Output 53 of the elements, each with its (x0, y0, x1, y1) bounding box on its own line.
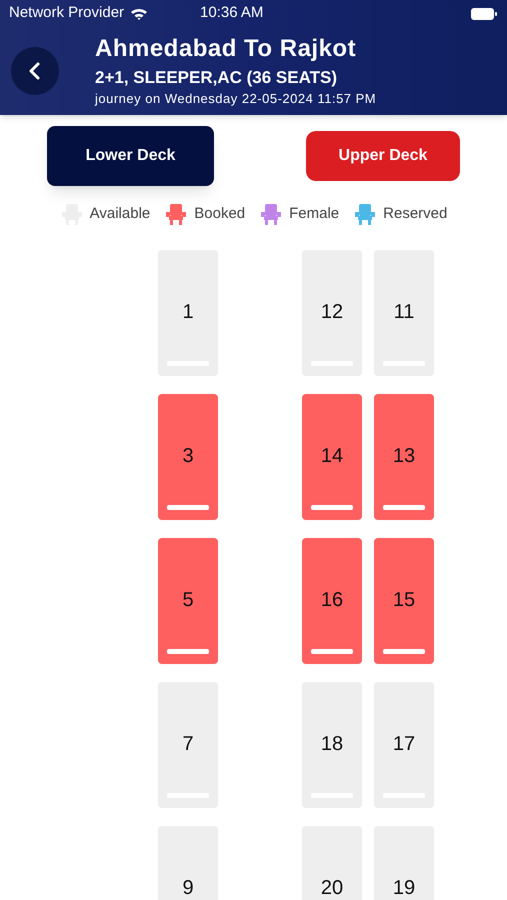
sleeper-seat[interactable]: 11 (374, 250, 434, 376)
seat-icon (259, 202, 284, 226)
route-title: Ahmedabad To Rajkot (95, 34, 358, 64)
seat-number: 1 (182, 300, 194, 324)
legend-label: Female (289, 204, 340, 224)
seat-number: 5 (182, 588, 194, 612)
sleeper-seat[interactable]: 14 (302, 394, 362, 520)
journey-date: journey on Wednesday 22-05-2024 11:57 PM (95, 90, 376, 108)
pillow-bar (311, 505, 353, 510)
legend-label: Available (90, 204, 150, 224)
pillow-bar (311, 649, 353, 654)
wifi-icon (130, 6, 148, 20)
sleeper-seat[interactable]: 12 (302, 250, 362, 376)
pillow-bar (167, 649, 209, 654)
battery-icon (470, 6, 498, 20)
sleeper-seat[interactable]: 16 (302, 538, 362, 664)
seat-number: 7 (182, 732, 194, 756)
sleeper-seat[interactable]: 5 (158, 538, 218, 664)
sleeper-seat[interactable]: 9 (158, 826, 218, 900)
carrier-name: Network Provider (9, 3, 124, 24)
sleeper-seat[interactable]: 20 (302, 826, 362, 900)
seat-number: 3 (182, 444, 194, 468)
sleeper-seat[interactable]: 3 (158, 394, 218, 520)
seat-number: 18 (320, 732, 344, 756)
seat-number: 17 (392, 732, 416, 756)
sleeper-seat[interactable]: 13 (374, 394, 434, 520)
legend-label: Booked (194, 204, 246, 224)
pillow-bar (383, 649, 425, 654)
deck-tab[interactable]: Upper Deck (306, 131, 460, 181)
legend-label: Reserved (383, 204, 448, 224)
sleeper-seat[interactable]: 1 (158, 250, 218, 376)
seat-number: 11 (394, 300, 414, 324)
clock-time: 10:36 AM (200, 3, 264, 24)
sleeper-seat[interactable]: 7 (158, 682, 218, 808)
bus-type: 2+1, SLEEPER,AC (36 SEATS) (95, 67, 338, 89)
sleeper-seat[interactable]: 17 (374, 682, 434, 808)
seat-number: 19 (392, 876, 416, 900)
seat-number: 9 (182, 876, 194, 900)
deck-tab[interactable]: Lower Deck (47, 126, 214, 186)
pillow-bar (383, 505, 425, 510)
seat-number: 16 (320, 588, 344, 612)
sleeper-seat[interactable]: 15 (374, 538, 434, 664)
seat-number: 15 (392, 588, 416, 612)
pillow-bar (167, 505, 209, 510)
seat-number: 13 (392, 444, 416, 468)
seat-icon (353, 202, 378, 226)
seat-number: 12 (320, 300, 344, 324)
seat-number: 20 (320, 876, 344, 900)
back-button[interactable] (11, 47, 59, 95)
sleeper-seat[interactable]: 18 (302, 682, 362, 808)
seat-icon (164, 202, 188, 226)
sleeper-seat[interactable]: 19 (374, 826, 434, 900)
seat-number: 14 (320, 444, 344, 468)
